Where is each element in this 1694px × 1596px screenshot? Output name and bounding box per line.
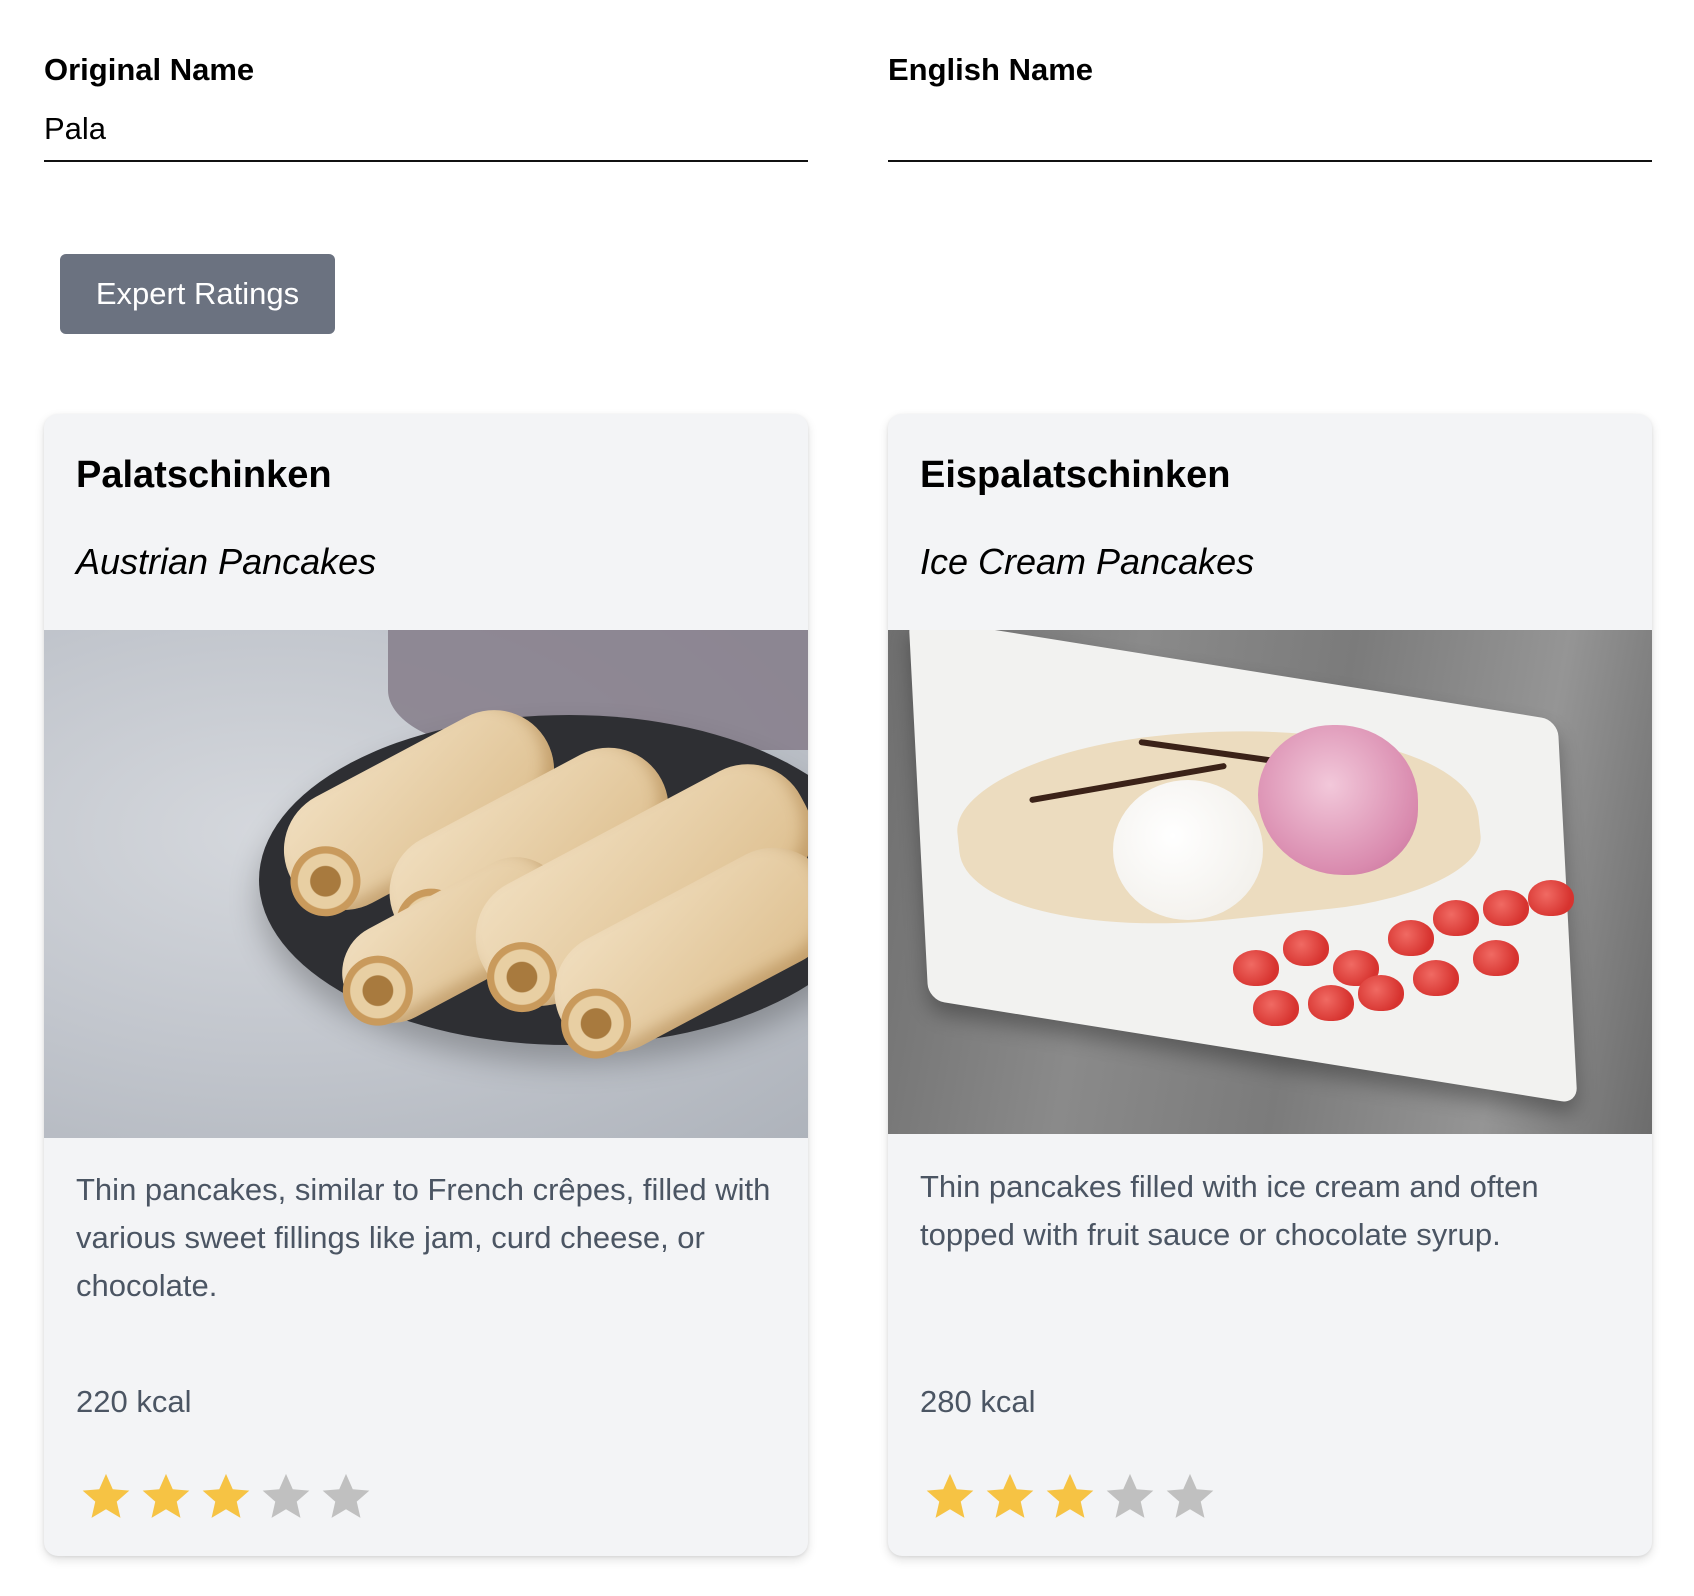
original-name-input[interactable] — [44, 110, 808, 162]
english-name-field: English Name — [888, 52, 1652, 162]
dish-card: Eispalatschinken Ice Cream Pancakes Thin… — [888, 414, 1652, 1556]
star-filled-icon[interactable] — [982, 1468, 1038, 1524]
dish-card: Palatschinken Austrian Pancakes Thin pan… — [44, 414, 808, 1556]
strawberry — [1308, 985, 1354, 1021]
dish-title: Eispalatschinken — [920, 454, 1231, 496]
star-filled-icon[interactable] — [1042, 1468, 1098, 1524]
strawberry — [1388, 920, 1434, 956]
star-empty-icon[interactable] — [1102, 1468, 1158, 1524]
dish-english-name: Ice Cream Pancakes — [920, 541, 1255, 582]
star-filled-icon[interactable] — [922, 1468, 978, 1524]
dish-description: Thin pancakes filled with ice cream and … — [920, 1169, 1539, 1252]
strawberry — [1233, 950, 1279, 986]
strawberry — [1253, 990, 1299, 1026]
star-filled-icon[interactable] — [198, 1468, 254, 1524]
dish-title: Palatschinken — [76, 454, 332, 496]
star-rating[interactable] — [78, 1468, 374, 1524]
dish-image — [44, 630, 808, 1138]
strawberry — [1528, 880, 1574, 916]
original-name-label: Original Name — [44, 52, 255, 87]
original-name-field: Original Name — [44, 52, 808, 162]
whipped-cream-shape — [1113, 780, 1263, 920]
dish-calories: 220 kcal — [76, 1384, 192, 1419]
star-empty-icon[interactable] — [318, 1468, 374, 1524]
star-empty-icon[interactable] — [1162, 1468, 1218, 1524]
expert-ratings-button[interactable]: Expert Ratings — [60, 254, 335, 334]
dish-english-name: Austrian Pancakes — [76, 541, 377, 582]
dish-description: Thin pancakes, similar to French crêpes,… — [76, 1172, 771, 1303]
star-filled-icon[interactable] — [78, 1468, 134, 1524]
dish-calories: 280 kcal — [920, 1384, 1036, 1419]
strawberry — [1473, 940, 1519, 976]
strawberry — [1358, 975, 1404, 1011]
dish-image — [888, 630, 1652, 1134]
strawberry — [1433, 900, 1479, 936]
star-rating[interactable] — [922, 1468, 1218, 1524]
star-filled-icon[interactable] — [138, 1468, 194, 1524]
strawberry — [1413, 960, 1459, 996]
strawberry — [1283, 930, 1329, 966]
strawberry — [1483, 890, 1529, 926]
english-name-label: English Name — [888, 52, 1093, 87]
english-name-input[interactable] — [888, 110, 1652, 162]
star-empty-icon[interactable] — [258, 1468, 314, 1524]
